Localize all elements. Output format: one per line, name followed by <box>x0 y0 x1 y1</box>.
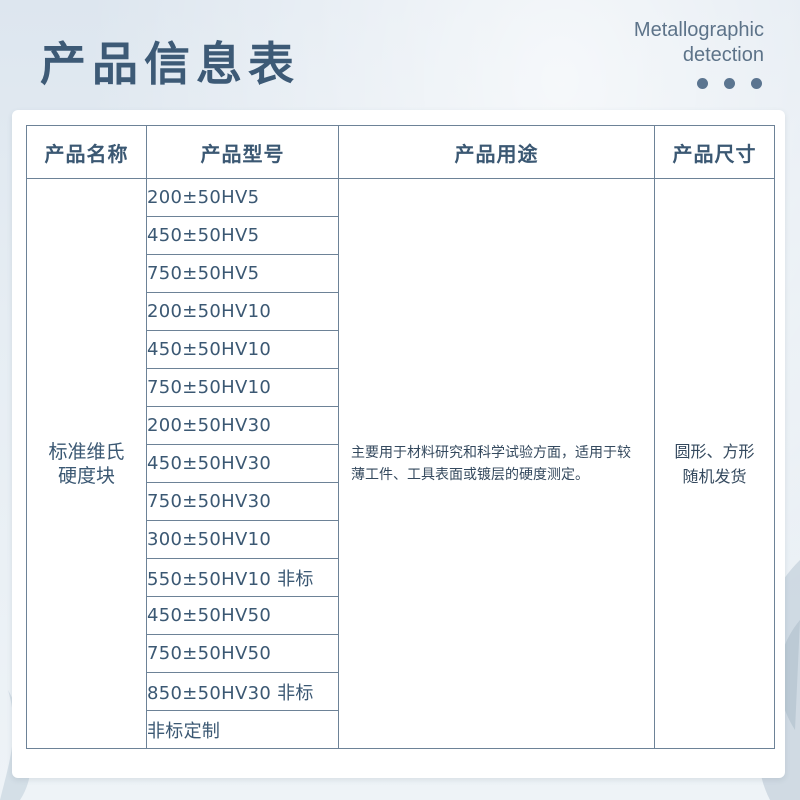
product-model-cell: 850±50HV30 非标 <box>146 672 339 711</box>
table-header-row: 产品名称 产品型号 产品用途 产品尺寸 <box>26 125 775 179</box>
dot-2 <box>724 78 735 89</box>
header-product-model: 产品型号 <box>146 125 339 179</box>
table-body: 标准维氏 硬度块 200±50HV5 主要用于材料研究和科学试验方面，适用于较薄工件、… <box>26 178 775 749</box>
product-model-cell: 200±50HV10 <box>146 292 339 331</box>
brand-text: Metallographic detection <box>634 18 764 68</box>
dot-1 <box>697 78 708 89</box>
product-model-cell: 750±50HV50 <box>146 634 339 673</box>
product-model-cell: 450±50HV10 <box>146 330 339 369</box>
product-usage-cell: 主要用于材料研究和科学试验方面，适用于较薄工件、工具表面或镀层的硬度测定。 <box>338 178 655 749</box>
product-model-cell: 750±50HV5 <box>146 254 339 293</box>
product-model-cell: 550±50HV10 非标 <box>146 558 339 597</box>
product-size-cell: 圆形、方形 随机发货 <box>654 178 775 749</box>
product-model-cell: 200±50HV5 <box>146 178 339 217</box>
table-row: 标准维氏 硬度块 200±50HV5 主要用于材料研究和科学试验方面，适用于较薄工件、… <box>26 178 775 749</box>
product-info-table: 产品名称 产品型号 产品用途 产品尺寸 标准维氏 硬度块 200±50HV5 主要用于… <box>26 125 775 749</box>
header-product-usage: 产品用途 <box>338 125 655 179</box>
dots-decoration <box>697 78 762 89</box>
product-model-cell: 450±50HV5 <box>146 216 339 255</box>
page-title: 产品信息表 <box>40 37 300 91</box>
product-model-cell: 非标定制 <box>146 710 339 749</box>
product-name-line-2: 硬度块 <box>57 464 115 487</box>
product-model-cell: 300±50HV10 <box>146 520 339 559</box>
product-name-line-1: 标准维氏 <box>48 440 125 463</box>
product-size-line-2: 随机发货 <box>682 466 747 486</box>
header-product-name: 产品名称 <box>26 125 147 179</box>
product-model-cell: 450±50HV50 <box>146 596 339 635</box>
product-size-line-1: 圆形、方形 <box>674 441 755 461</box>
dot-3 <box>751 78 762 89</box>
product-name-cell: 标准维氏 硬度块 <box>26 178 147 749</box>
brand-line-1: Metallographic <box>633 19 764 41</box>
product-model-cell: 750±50HV30 <box>146 482 339 521</box>
header-product-size: 产品尺寸 <box>654 125 775 179</box>
product-model-cell: 450±50HV30 <box>146 444 339 483</box>
info-card: 产品名称 产品型号 产品用途 产品尺寸 标准维氏 硬度块 200±50HV5 主要用于… <box>12 110 785 778</box>
brand-line-2: detection <box>682 44 764 66</box>
product-model-cell: 200±50HV30 <box>146 406 339 445</box>
product-model-cell: 750±50HV10 <box>146 368 339 407</box>
